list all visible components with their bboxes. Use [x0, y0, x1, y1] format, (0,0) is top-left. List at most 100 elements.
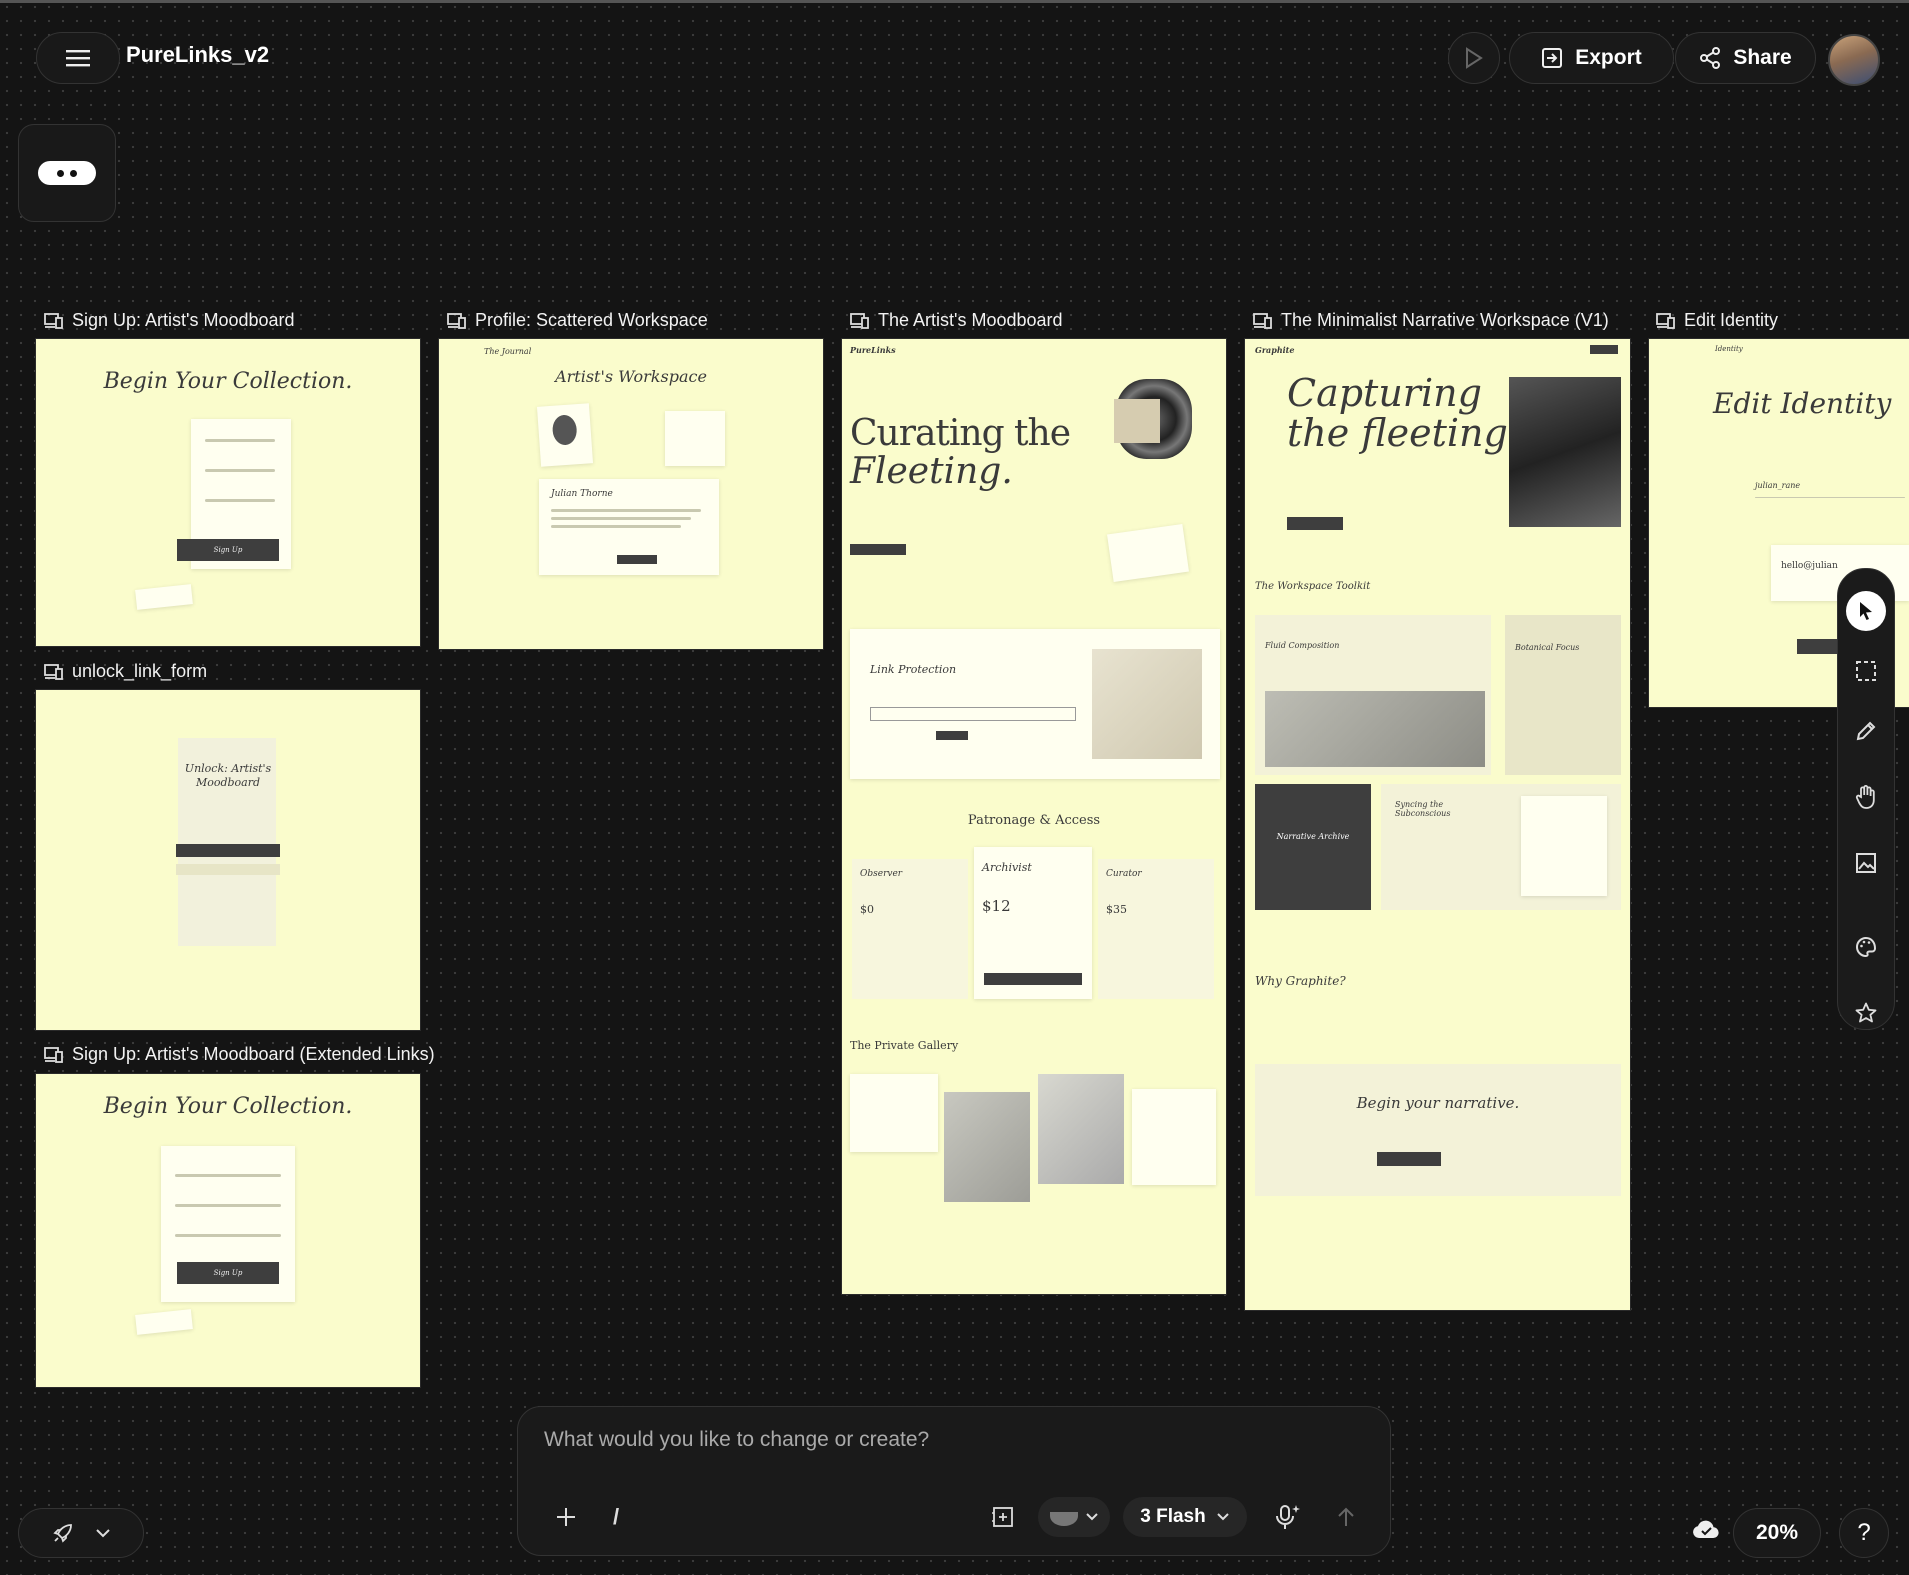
slash-command-button[interactable]: / — [606, 1497, 626, 1537]
help-button[interactable]: ? — [1839, 1508, 1889, 1558]
card-title: Fluid Composition — [1265, 641, 1340, 650]
identity-brand: Identity — [1715, 345, 1743, 353]
share-button[interactable]: Share — [1675, 32, 1816, 84]
minimalist-brand: Graphite — [1255, 345, 1295, 355]
more-options-button[interactable] — [18, 124, 116, 222]
device-icon — [1656, 312, 1675, 329]
link-input[interactable] — [870, 707, 1076, 721]
canvas-toolbar — [1837, 568, 1895, 1030]
signup-ext-heading: Begin Your Collection. — [103, 1094, 353, 1119]
theme-selector[interactable] — [1038, 1497, 1110, 1537]
frame-title: Sign Up: Artist's Moodboard (Extended Li… — [72, 1044, 435, 1064]
image-icon — [1856, 853, 1876, 873]
export-label: Export — [1575, 46, 1642, 69]
model-selector[interactable]: 3 Flash — [1123, 1497, 1247, 1537]
avatar[interactable] — [1828, 34, 1880, 86]
select-tool[interactable] — [1846, 591, 1886, 631]
gallery-texture-image — [944, 1092, 1030, 1202]
frame-title: Sign Up: Artist's Moodboard — [72, 310, 295, 330]
frame-label-unlock[interactable]: unlock_link_form — [44, 661, 207, 682]
tier-name: Archivist — [982, 861, 1032, 874]
card-archive[interactable]: Narrative Archive — [1255, 784, 1371, 910]
profile-save-button[interactable] — [617, 555, 657, 564]
notebook-image — [1521, 796, 1607, 896]
profile-card: Julian Thorne — [539, 479, 719, 575]
gallery-architecture-image — [1038, 1074, 1124, 1184]
arrow-up-icon — [1338, 1507, 1354, 1526]
export-button[interactable]: Export — [1509, 32, 1674, 84]
profile-brand: The Journal — [484, 347, 532, 356]
image-tool[interactable] — [1846, 843, 1886, 883]
link-save-button[interactable] — [936, 731, 968, 740]
hamburger-icon — [66, 50, 90, 67]
zoom-level-button[interactable]: 20% — [1733, 1508, 1821, 1558]
signup-top-button[interactable] — [1590, 345, 1618, 354]
export-icon — [1542, 48, 1563, 68]
unlock-button[interactable] — [176, 844, 280, 857]
frame-title: Edit Identity — [1684, 310, 1779, 330]
frame-signup[interactable]: Begin Your Collection. Sign Up — [36, 339, 420, 646]
tier-price: $35 — [1106, 903, 1127, 916]
add-frame-button[interactable] — [983, 1497, 1023, 1537]
tier-observer[interactable]: Observer $0 — [852, 859, 968, 999]
prompt-input[interactable] — [542, 1427, 1346, 1453]
start-button[interactable] — [850, 544, 906, 555]
device-icon — [44, 1046, 63, 1063]
project-title[interactable]: PureLinks_v2 — [126, 42, 269, 68]
swatch-image — [1114, 399, 1160, 443]
link-protection-card: Link Protection — [850, 629, 1220, 779]
device-icon — [44, 663, 63, 680]
card-syncing[interactable]: Syncing the Subconscious — [1381, 784, 1621, 910]
card-fluid[interactable]: Fluid Composition — [1255, 615, 1491, 775]
more-dots-icon — [38, 161, 96, 185]
pricing-title: Patronage & Access — [967, 813, 1101, 828]
preview-button[interactable] — [1448, 32, 1500, 84]
card-botanical[interactable]: Botanical Focus — [1505, 615, 1621, 775]
begin-story-button[interactable] — [1287, 517, 1343, 530]
favorite-tool[interactable] — [1846, 993, 1886, 1033]
chevron-down-icon — [1217, 1513, 1229, 1521]
frame-profile[interactable]: The Journal Artist's Workspace Julian Th… — [439, 339, 823, 649]
pencil-tool[interactable] — [1846, 711, 1886, 751]
frame-title: The Artist's Moodboard — [878, 310, 1063, 330]
frame-label-moodboard[interactable]: The Artist's Moodboard — [850, 310, 1063, 331]
cta-button[interactable] — [1377, 1152, 1441, 1166]
frame-unlock[interactable]: Unlock: Artist's Moodboard — [36, 690, 420, 1030]
identity-email-field[interactable]: hello@julian — [1781, 561, 1838, 571]
frame-label-signup[interactable]: Sign Up: Artist's Moodboard — [44, 310, 295, 331]
voice-button[interactable] — [1268, 1497, 1308, 1537]
device-icon — [1253, 312, 1272, 329]
agent-mode-selector[interactable] — [18, 1508, 144, 1558]
tier-archivist[interactable]: Archivist $12 — [974, 847, 1092, 999]
frame-minimalist[interactable]: Graphite Capturing the fleeting The Work… — [1245, 339, 1630, 1310]
theme-swatch-icon — [1050, 1512, 1078, 1526]
frame-moodboard[interactable]: PureLinks Curating the Fleeting. Link Pr… — [842, 339, 1226, 1294]
frame-label-signup-extended[interactable]: Sign Up: Artist's Moodboard (Extended Li… — [44, 1044, 435, 1065]
cta-card: Begin your narrative. — [1255, 1064, 1621, 1196]
frame-label-edit-identity[interactable]: Edit Identity — [1656, 310, 1778, 331]
frame-signup-extended[interactable]: Begin Your Collection. Sign Up — [36, 1074, 420, 1387]
tier-curator[interactable]: Curator $35 — [1098, 859, 1214, 999]
pencil-icon — [1856, 721, 1876, 741]
frame-label-profile[interactable]: Profile: Scattered Workspace — [447, 310, 708, 331]
hand-tool[interactable] — [1846, 777, 1886, 817]
theme-tool[interactable] — [1846, 927, 1886, 967]
moodboard-brand: PureLinks — [850, 345, 896, 355]
add-button[interactable] — [546, 1497, 586, 1537]
menu-button[interactable] — [36, 32, 120, 84]
share-label: Share — [1733, 46, 1792, 69]
signup-ext-button[interactable]: Sign Up — [177, 1262, 279, 1284]
tier-button[interactable] — [984, 973, 1082, 985]
signup-heading: Begin Your Collection. — [103, 369, 353, 394]
marquee-tool[interactable] — [1846, 651, 1886, 691]
hand-image — [1092, 649, 1202, 759]
identity-save-button[interactable] — [1797, 639, 1837, 654]
unlock-secondary-button[interactable] — [176, 864, 280, 875]
marquee-icon — [1856, 661, 1876, 681]
card-title: Syncing the Subconscious — [1395, 800, 1451, 818]
frame-label-minimalist[interactable]: The Minimalist Narrative Workspace (V1) — [1253, 310, 1609, 331]
send-button[interactable] — [1326, 1497, 1366, 1537]
minimalist-heading-line2: the fleeting — [1287, 411, 1508, 455]
identity-username-field[interactable]: julian_rane — [1755, 481, 1800, 490]
signup-button[interactable]: Sign Up — [177, 539, 279, 561]
